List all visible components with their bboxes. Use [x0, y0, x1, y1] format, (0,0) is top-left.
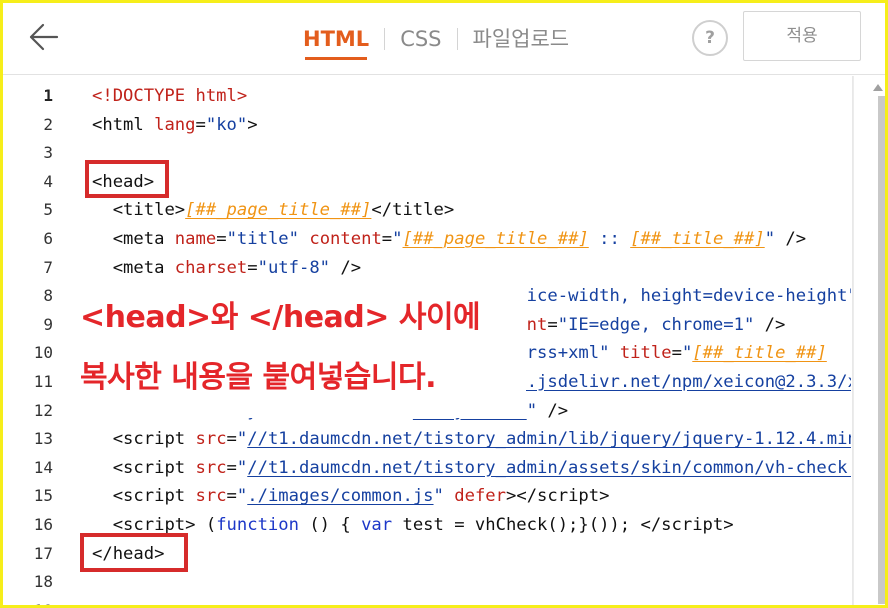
line-number: 2	[43, 114, 53, 134]
arrow-left-icon	[29, 23, 59, 51]
line-number: 19	[3, 597, 53, 605]
line-number: 11	[33, 372, 53, 391]
line-number: 7	[43, 257, 53, 277]
line-number: 12	[33, 400, 53, 420]
code-line-1: <!DOCTYPE html>	[92, 86, 248, 106]
annotation-line-1: <head>와 </head> 사이에	[80, 300, 481, 335]
line-number: 13	[33, 429, 53, 449]
editor-header: HTML CSS 파일업로드 ? 적용	[3, 3, 885, 75]
scroll-up-icon[interactable]	[873, 84, 883, 91]
line-number: 1	[43, 86, 53, 105]
line-number: 17	[33, 543, 53, 563]
line-number: 14	[33, 457, 53, 477]
code-line-6: <meta name="title" content="[##_page_tit…	[112, 229, 807, 249]
code-line-16: <script> (function () { var test = vhChe…	[112, 515, 734, 535]
code-line-2: <html lang="ko">	[92, 114, 258, 135]
line-number: 8	[43, 286, 53, 306]
annotation-line-2: 복사한 내용을 붙여넣습니다.	[80, 360, 437, 395]
line-number: 9	[43, 314, 53, 334]
code-line-14: <script src="//t1.daumcdn.net/tistory_ad…	[112, 457, 851, 478]
scroll-thumb[interactable]	[878, 96, 885, 604]
line-number: 3	[43, 143, 53, 163]
tab-divider	[456, 28, 458, 50]
line-number: 16	[33, 515, 53, 534]
code-line-7: <meta charset="utf-8" />	[112, 257, 362, 278]
head-open-highlight	[85, 160, 169, 198]
tab-divider	[384, 28, 386, 50]
tab-css[interactable]: CSS	[400, 3, 441, 75]
line-number: 18	[33, 572, 53, 592]
vertical-scrollbar[interactable]	[853, 76, 885, 605]
back-button[interactable]	[25, 17, 65, 57]
line-number: 15	[33, 486, 53, 506]
line-number: 5	[43, 200, 53, 220]
line-number: 10	[33, 343, 53, 363]
head-close-highlight	[80, 533, 188, 572]
line-number: 6	[43, 229, 53, 248]
line-number: 4	[43, 171, 53, 191]
tab-file-upload[interactable]: 파일업로드	[473, 3, 570, 75]
code-line-15: <script src="./images/common.js" defer><…	[112, 486, 610, 507]
tab-bar: HTML CSS 파일업로드	[303, 3, 569, 75]
code-line-5: <title>[##_page_title_##]</title>	[112, 200, 455, 221]
apply-button[interactable]: 적용	[743, 11, 861, 61]
code-line-13: <script src="//t1.daumcdn.net/tistory_ad…	[112, 429, 851, 450]
line-number-gutter: 12345678910111213141516171819	[3, 76, 65, 605]
help-button[interactable]: ?	[692, 20, 728, 56]
tab-html[interactable]: HTML	[303, 3, 369, 75]
